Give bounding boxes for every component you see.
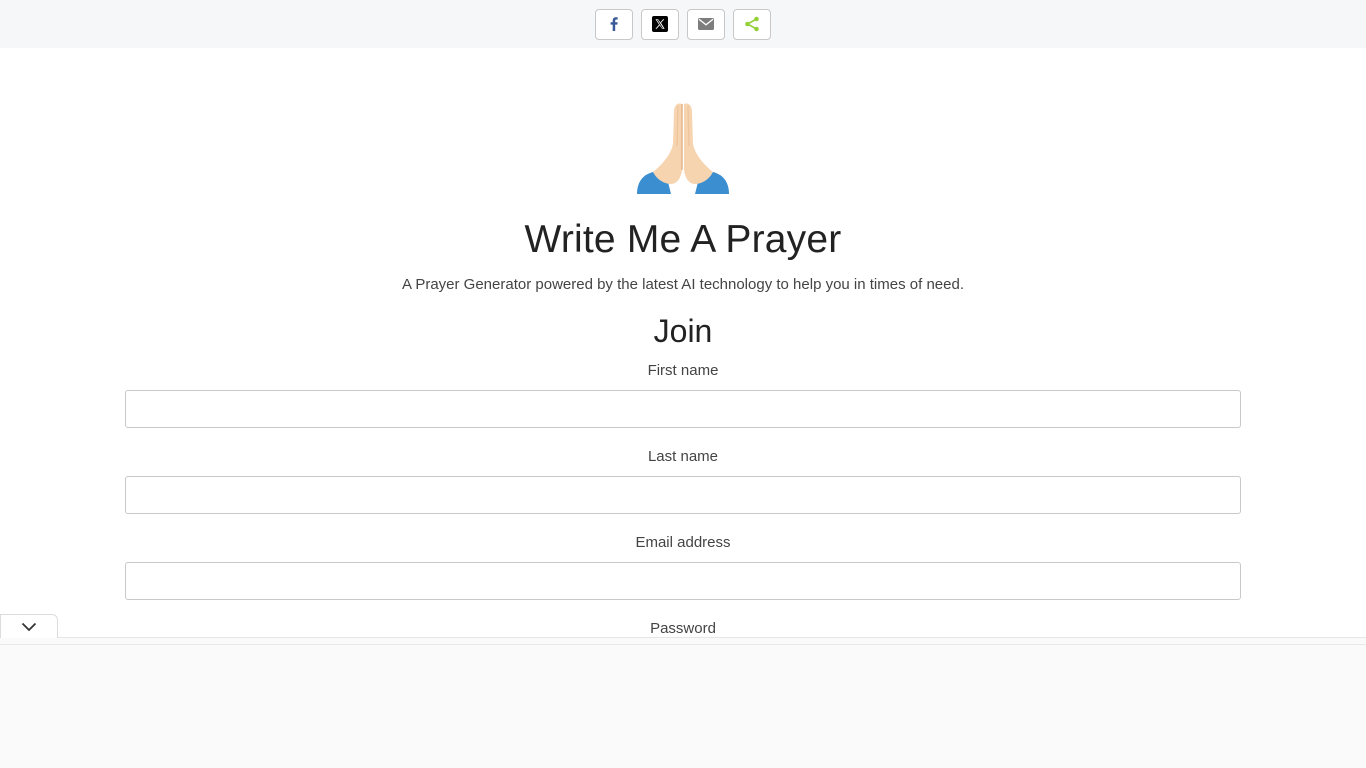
bottom-panel (0, 637, 1366, 768)
email-icon (698, 18, 714, 30)
first-name-label: First name (647, 362, 719, 379)
facebook-icon (610, 17, 618, 31)
email-label: Email address (635, 534, 731, 551)
collapse-panel-button[interactable] (0, 614, 58, 638)
email-field[interactable] (125, 562, 1241, 600)
folded-hands-icon (637, 103, 729, 194)
chevron-down-icon (21, 622, 37, 631)
form-heading: Join (653, 313, 713, 349)
facebook-share-button[interactable] (595, 8, 633, 40)
share-bar (0, 0, 1366, 48)
page-subtitle: A Prayer Generator powered by the latest… (401, 276, 964, 293)
first-name-field[interactable] (125, 390, 1241, 428)
x-share-button[interactable] (641, 8, 679, 40)
last-name-field[interactable] (125, 476, 1241, 514)
x-icon (652, 16, 668, 32)
page-title: Write Me A Prayer (524, 218, 842, 261)
password-label: Password (650, 620, 716, 637)
share-icon (745, 16, 759, 32)
email-share-button[interactable] (687, 8, 725, 40)
last-name-label: Last name (647, 448, 719, 465)
share-button[interactable] (733, 8, 771, 40)
